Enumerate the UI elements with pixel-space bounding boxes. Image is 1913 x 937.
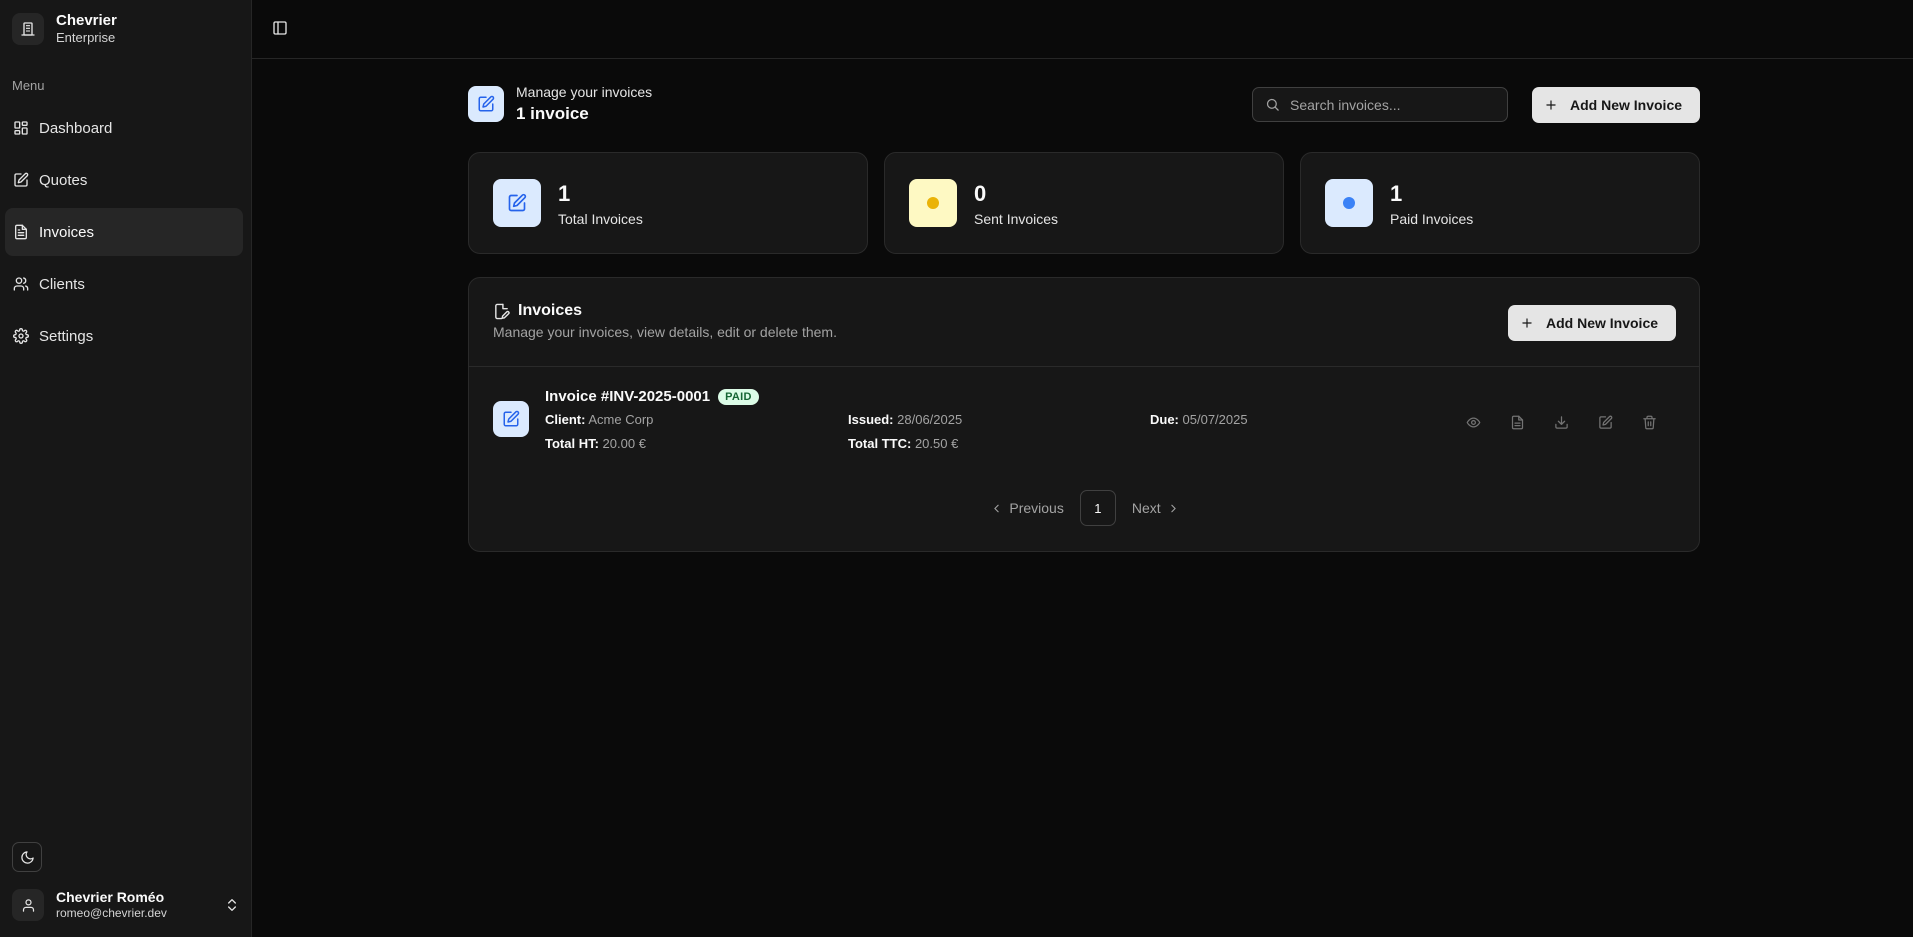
stat-label: Total Invoices: [558, 211, 643, 227]
page-title: 1 invoice: [516, 104, 589, 123]
sidebar-item-label: Quotes: [39, 171, 88, 189]
brand-name: Chevrier: [56, 12, 117, 29]
download-icon[interactable]: [1549, 412, 1573, 432]
page-number-button[interactable]: 1: [1079, 490, 1116, 526]
sidebar-nav: Dashboard Quotes Invoices Clients Settin…: [5, 104, 243, 364]
pagination: Previous 1 Next: [469, 490, 1701, 526]
chevron-right-icon: [1167, 502, 1180, 515]
card-title-text: Invoices: [518, 302, 583, 319]
menu-label: Menu: [12, 78, 45, 93]
invoice-title: Invoice #INV-2025-0001 PAID: [545, 388, 759, 405]
app: Chevrier Enterprise Menu Dashboard Quote…: [0, 0, 1913, 937]
stat-value: 1: [558, 181, 571, 206]
stat-card-sent: 0 Sent Invoices: [884, 152, 1284, 254]
sidebar-item-label: Clients: [39, 275, 85, 293]
invoice-edit-icon: [493, 179, 541, 227]
invoice-edit-icon: [493, 401, 529, 437]
sidebar-item-label: Dashboard: [39, 119, 113, 137]
invoice-row[interactable]: Invoice #INV-2025-0001 PAID Client: Acme…: [493, 388, 1677, 456]
invoice-total-ttc: Total TTC: 20.50 €: [848, 436, 959, 451]
next-page-button[interactable]: Next: [1128, 500, 1184, 516]
add-invoice-label: Add New Invoice: [1570, 97, 1683, 113]
stat-label: Sent Invoices: [974, 211, 1059, 227]
file-text-icon[interactable]: [1505, 412, 1529, 432]
add-invoice-button[interactable]: Add New Invoice: [1508, 305, 1676, 341]
edit-icon[interactable]: [1593, 412, 1617, 432]
trash-icon[interactable]: [1637, 412, 1661, 432]
avatar: [12, 889, 44, 921]
status-badge: PAID: [718, 388, 759, 405]
sidebar-item-clients[interactable]: Clients: [5, 260, 243, 308]
quote-icon: [13, 172, 29, 188]
user-icon: [22, 898, 34, 912]
invoice-due: Due: 05/07/2025: [1150, 412, 1248, 427]
previous-page-button[interactable]: Previous: [986, 500, 1067, 516]
invoice-actions: [1461, 412, 1661, 432]
user-email: romeo@chevrier.dev: [56, 906, 167, 920]
sidebar: Chevrier Enterprise Menu Dashboard Quote…: [0, 0, 252, 937]
users-icon: [13, 276, 29, 292]
sidebar-toggle-button[interactable]: [272, 20, 288, 36]
sidebar-item-label: Settings: [39, 327, 94, 345]
sidebar-item-dashboard[interactable]: Dashboard: [5, 104, 243, 152]
panel-left-icon: [272, 20, 288, 36]
chevrons-up-down-icon: [224, 897, 240, 913]
topbar: [252, 0, 1913, 59]
invoice-total-ht: Total HT: 20.00 €: [545, 436, 646, 451]
building-icon: [12, 13, 44, 45]
card-title: Invoices: [493, 302, 582, 320]
brand[interactable]: Chevrier Enterprise: [12, 12, 117, 46]
theme-toggle-button[interactable]: [12, 842, 42, 872]
chevron-left-icon: [990, 502, 1003, 515]
search-input[interactable]: [1290, 96, 1490, 113]
invoice-number: Invoice #INV-2025-0001: [545, 388, 711, 405]
gear-icon: [13, 328, 29, 344]
page-header: Manage your invoices 1 invoice Add New I…: [468, 84, 1700, 124]
eye-icon[interactable]: [1461, 412, 1485, 432]
moon-icon: [20, 850, 35, 865]
page-subtitle: Manage your invoices: [516, 84, 653, 100]
sidebar-item-quotes[interactable]: Quotes: [5, 156, 243, 204]
plus-icon: [1544, 98, 1558, 112]
stat-value: 1: [1390, 181, 1403, 206]
previous-label: Previous: [1009, 500, 1064, 516]
sidebar-item-label: Invoices: [39, 223, 95, 241]
status-dot-icon: [1325, 179, 1373, 227]
brand-subtitle: Enterprise: [56, 30, 116, 45]
user-menu[interactable]: Chevrier Roméo romeo@chevrier.dev: [12, 886, 240, 924]
invoice-icon: [13, 224, 29, 240]
sidebar-item-invoices[interactable]: Invoices: [5, 208, 243, 256]
stats-row: 1 Total Invoices 0 Sent Invoices 1 Paid …: [468, 152, 1700, 254]
stat-card-total: 1 Total Invoices: [468, 152, 868, 254]
invoice-edit-icon: [493, 303, 510, 320]
next-label: Next: [1131, 500, 1161, 516]
stat-label: Paid Invoices: [1390, 211, 1474, 227]
main-content: Manage your invoices 1 invoice Add New I…: [468, 84, 1700, 552]
status-dot-icon: [909, 179, 957, 227]
search-box[interactable]: [1252, 87, 1508, 122]
stat-value: 0: [974, 181, 987, 206]
plus-icon: [1520, 316, 1534, 330]
invoice-issued: Issued: 28/06/2025: [848, 412, 963, 427]
stat-card-paid: 1 Paid Invoices: [1300, 152, 1700, 254]
invoice-edit-icon: [468, 86, 504, 122]
invoice-client: Client: Acme Corp: [545, 412, 654, 427]
card-header: Invoices Manage your invoices, view deta…: [469, 278, 1699, 367]
add-invoice-label: Add New Invoice: [1546, 315, 1659, 331]
invoices-card: Invoices Manage your invoices, view deta…: [468, 277, 1700, 552]
sidebar-item-settings[interactable]: Settings: [5, 312, 243, 360]
user-name: Chevrier Roméo: [56, 889, 165, 905]
search-icon: [1265, 97, 1280, 112]
add-invoice-button[interactable]: Add New Invoice: [1532, 87, 1700, 123]
card-description: Manage your invoices, view details, edit…: [493, 324, 837, 340]
dashboard-icon: [13, 120, 29, 136]
